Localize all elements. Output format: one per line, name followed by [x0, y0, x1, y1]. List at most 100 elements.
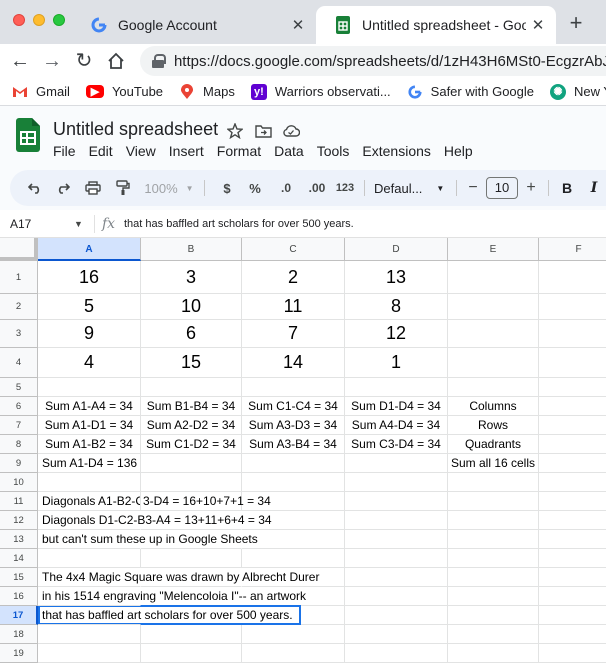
cell-d9[interactable]	[345, 454, 448, 473]
row-header-8[interactable]: 8	[0, 435, 38, 454]
cell-b7[interactable]: Sum A2-D2 = 34	[141, 416, 242, 435]
cell-a12[interactable]: Diagonals D1-C2-B3-A4 = 13+11+6+4 = 34	[38, 511, 272, 530]
cell-e6[interactable]: Columns	[448, 397, 539, 416]
cell-a17[interactable]: that has baffled art scholars for over 5…	[38, 606, 293, 625]
cell-e3[interactable]	[448, 320, 539, 348]
column-header-a[interactable]: A	[38, 238, 141, 261]
cell-d13[interactable]	[345, 530, 448, 549]
row-header-3[interactable]: 3	[0, 320, 38, 348]
cell-f19[interactable]	[539, 644, 606, 663]
cell-c8[interactable]: Sum A3-B4 = 34	[242, 435, 345, 454]
cell-c6[interactable]: Sum C1-C4 = 34	[242, 397, 345, 416]
cloud-saved-icon[interactable]	[282, 122, 300, 140]
cell-b4[interactable]: 15	[141, 348, 242, 378]
cell-b3[interactable]: 6	[141, 320, 242, 348]
row-header-5[interactable]: 5	[0, 378, 38, 397]
cell-d14[interactable]	[345, 549, 448, 568]
font-select[interactable]: Defaul... ▼	[374, 170, 448, 206]
cell-f10[interactable]	[539, 473, 606, 492]
browser-tab-spreadsheet[interactable]: Untitled spreadsheet - Google ✕	[316, 6, 556, 44]
cell-b14[interactable]	[141, 549, 242, 568]
cell-b19[interactable]	[141, 644, 242, 663]
sheets-logo-icon[interactable]	[16, 118, 40, 152]
bookmark-safer-with-google[interactable]: Safer with Google	[407, 84, 534, 100]
formula-input[interactable]: that has baffled art scholars for over 5…	[124, 210, 354, 238]
browser-tab-google-account[interactable]: Google Account ✕	[72, 6, 316, 44]
star-icon[interactable]	[226, 122, 244, 140]
cell-a3[interactable]: 9	[38, 320, 141, 348]
cell-a1[interactable]: 16	[38, 261, 141, 294]
close-icon[interactable]: ✕	[286, 16, 310, 34]
cell-a18[interactable]	[38, 625, 141, 644]
cell-a10[interactable]	[38, 473, 141, 492]
cell-e16[interactable]	[448, 587, 539, 606]
menu-help[interactable]: Help	[444, 143, 473, 159]
cell-f8[interactable]	[539, 435, 606, 454]
print-icon[interactable]	[82, 170, 104, 206]
cell-f4[interactable]	[539, 348, 606, 378]
cell-e9[interactable]: Sum all 16 cells	[448, 454, 539, 473]
cell-c3[interactable]: 7	[242, 320, 345, 348]
bookmark-maps[interactable]: Maps	[179, 83, 235, 100]
decrease-font-size-button[interactable]: −	[464, 170, 482, 206]
cell-e11[interactable]	[448, 492, 539, 511]
cell-e8[interactable]: Quadrants	[448, 435, 539, 454]
cell-a14[interactable]	[38, 549, 141, 568]
cell-d17[interactable]	[345, 606, 448, 625]
row-header-9[interactable]: 9	[0, 454, 38, 473]
close-icon[interactable]: ✕	[526, 16, 550, 34]
bookmark-youtube[interactable]: ▶ YouTube	[85, 84, 163, 99]
cell-a6[interactable]: Sum A1-A4 = 34	[38, 397, 141, 416]
column-header-f[interactable]: F	[539, 238, 606, 261]
row-header-18[interactable]: 18	[0, 625, 38, 644]
cell-d6[interactable]: Sum D1-D4 = 34	[345, 397, 448, 416]
cell-d12[interactable]	[345, 511, 448, 530]
column-header-e[interactable]: E	[448, 238, 539, 261]
menu-extensions[interactable]: Extensions	[362, 143, 430, 159]
cell-d1[interactable]: 13	[345, 261, 448, 294]
undo-icon[interactable]	[24, 170, 46, 206]
cell-e18[interactable]	[448, 625, 539, 644]
cell-d15[interactable]	[345, 568, 448, 587]
cell-d16[interactable]	[345, 587, 448, 606]
bold-button[interactable]: B	[556, 170, 578, 206]
row-header-1[interactable]: 1	[0, 261, 38, 294]
cell-d18[interactable]	[345, 625, 448, 644]
cell-c9[interactable]	[242, 454, 345, 473]
menu-file[interactable]: File	[53, 143, 76, 159]
menu-tools[interactable]: Tools	[317, 143, 350, 159]
cell-e5[interactable]	[448, 378, 539, 397]
cell-d2[interactable]: 8	[345, 294, 448, 320]
cell-f1[interactable]	[539, 261, 606, 294]
row-header-6[interactable]: 6	[0, 397, 38, 416]
zoom-select[interactable]: 100% ▼	[142, 170, 196, 206]
chevron-down-icon[interactable]: ▼	[74, 210, 83, 238]
cell-b6[interactable]: Sum B1-B4 = 34	[141, 397, 242, 416]
cell-a5[interactable]	[38, 378, 141, 397]
cell-e12[interactable]	[448, 511, 539, 530]
forward-arrow-icon[interactable]: →	[38, 47, 66, 75]
menu-format[interactable]: Format	[217, 143, 261, 159]
column-header-c[interactable]: C	[242, 238, 345, 261]
cell-c1[interactable]: 2	[242, 261, 345, 294]
font-size-input[interactable]: 10	[486, 177, 518, 199]
row-header-11[interactable]: 11	[0, 492, 38, 511]
cell-e2[interactable]	[448, 294, 539, 320]
document-title[interactable]: Untitled spreadsheet	[53, 119, 218, 140]
row-header-2[interactable]: 2	[0, 294, 38, 320]
back-arrow-icon[interactable]: ←	[6, 47, 34, 75]
cell-d10[interactable]	[345, 473, 448, 492]
cell-a4[interactable]: 4	[38, 348, 141, 378]
cell-f18[interactable]	[539, 625, 606, 644]
cell-c10[interactable]	[242, 473, 345, 492]
menu-edit[interactable]: Edit	[89, 143, 113, 159]
cell-a15[interactable]: The 4x4 Magic Square was drawn by Albrec…	[38, 568, 319, 587]
paint-format-icon[interactable]	[112, 170, 134, 206]
window-minimize-button[interactable]	[33, 14, 45, 26]
cell-e10[interactable]	[448, 473, 539, 492]
cell-b18[interactable]	[141, 625, 242, 644]
bookmark-new-year[interactable]: ✺ New Yea	[550, 83, 606, 100]
menu-insert[interactable]: Insert	[169, 143, 204, 159]
cell-c18[interactable]	[242, 625, 345, 644]
cell-b10[interactable]	[141, 473, 242, 492]
